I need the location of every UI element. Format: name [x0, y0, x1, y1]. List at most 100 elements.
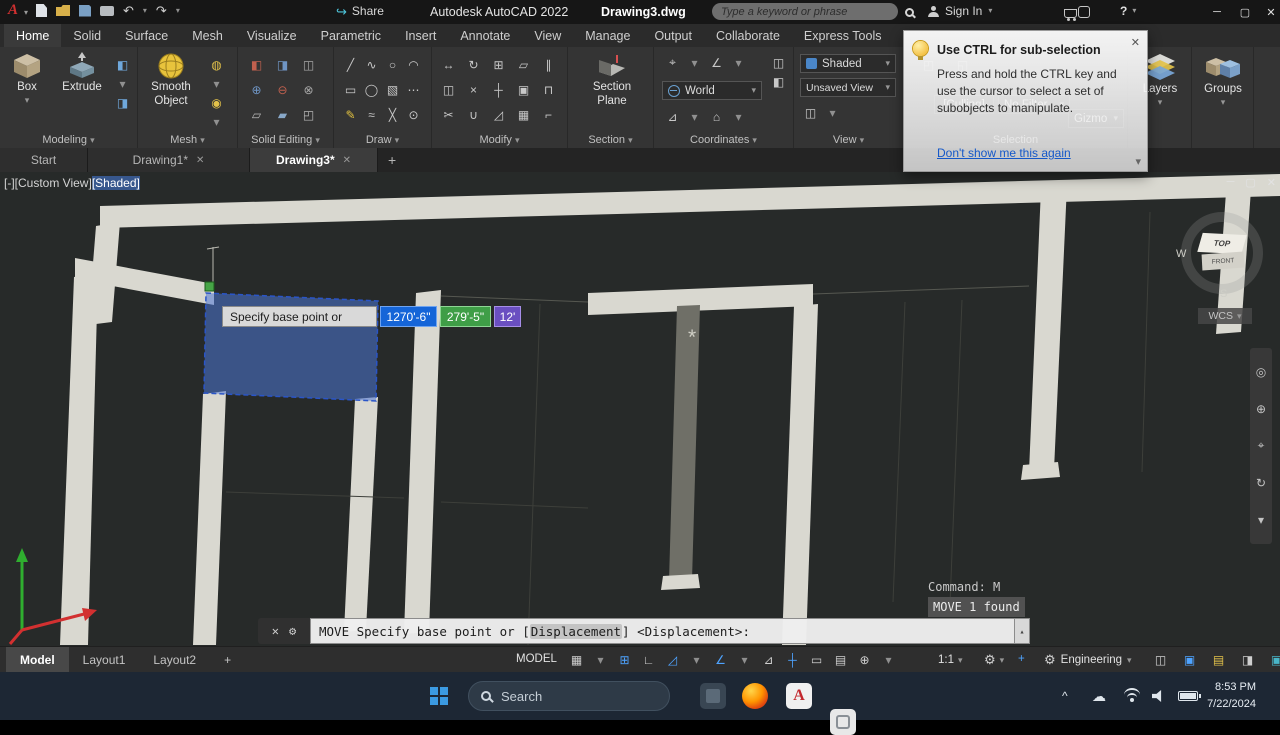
close-drawing1-icon[interactable]: ✕ — [196, 155, 204, 166]
solid-editing-icon-2[interactable]: ◫ — [298, 55, 319, 74]
tab-surface[interactable]: Surface — [113, 24, 180, 47]
solid-editing-icon-7[interactable]: ▰ — [272, 105, 293, 124]
compass-west-label[interactable]: W — [1176, 248, 1186, 260]
tab-collaborate[interactable]: Collaborate — [704, 24, 792, 47]
named-view-dropdown[interactable]: Unsaved View ▾ — [800, 78, 896, 97]
modify-icon-1[interactable]: ↻ — [463, 55, 484, 74]
solid-editing-icon-3[interactable]: ⊕ — [246, 80, 267, 99]
plot-icon[interactable] — [100, 5, 114, 16]
viewcube[interactable]: TOP FRONT W S — [1176, 210, 1268, 302]
status-right-icon-3[interactable]: ◨ — [1237, 651, 1258, 670]
solid-editing-icon-5[interactable]: ⊗ — [298, 80, 319, 99]
command-history-toggle[interactable]: ▴ — [1015, 618, 1030, 644]
coord-icon-b-2[interactable]: ⌂ — [706, 107, 727, 126]
draw-icon-7[interactable]: ⋯ — [403, 80, 424, 99]
help-search-input[interactable]: Type a keyword or phrase — [712, 3, 898, 20]
draw-icon-6[interactable]: ▧ — [382, 80, 403, 99]
status-right-icon-1[interactable]: ▣ — [1179, 651, 1200, 670]
share-button[interactable]: ↪ Share — [336, 4, 384, 18]
modify-icon-6[interactable]: × — [463, 80, 484, 99]
mesh-side-icon-2[interactable]: ◉ — [206, 93, 227, 112]
new-layout-button[interactable]: + — [210, 647, 245, 673]
tooltip-dismiss-link[interactable]: Don't show me this again — [937, 146, 1071, 160]
status-toggle-icon-12[interactable]: ⊕ — [854, 651, 875, 670]
coordinates-panel-label[interactable]: Coordinates ▾ — [654, 134, 793, 146]
status-right-icon-2[interactable]: ▤ — [1208, 651, 1229, 670]
modify-icon-10[interactable]: ✂ — [438, 105, 459, 124]
groups-button[interactable]: Groups ▾ — [1197, 52, 1249, 108]
autodesk-access-icon[interactable] — [1078, 6, 1090, 18]
status-toggle-icon-10[interactable]: ▭ — [806, 651, 827, 670]
status-right-icon-4[interactable]: ▣ — [1266, 651, 1280, 670]
section-panel-label[interactable]: Section ▾ — [568, 134, 653, 146]
tab-view[interactable]: View — [522, 24, 573, 47]
navbar-tool-icon-0[interactable]: ◎ — [1251, 363, 1272, 382]
new-drawing-tab-button[interactable]: + — [378, 148, 406, 172]
layout-tab-layout2[interactable]: Layout2 — [139, 647, 210, 673]
modify-icon-11[interactable]: ∪ — [463, 105, 484, 124]
layout-tab-model[interactable]: Model — [6, 647, 69, 673]
command-input[interactable]: MOVE Specify base point or [Displacement… — [310, 618, 1015, 644]
view-panel-label[interactable]: View ▾ — [794, 134, 903, 146]
smooth-object-button[interactable]: Smooth Object — [144, 52, 198, 108]
tooltip-chevron-icon[interactable]: ▾ — [1135, 155, 1141, 168]
draw-icon-9[interactable]: ≈ — [361, 105, 382, 124]
modify-icon-3[interactable]: ▱ — [513, 55, 534, 74]
modeling-side-icon-0[interactable]: ◧ — [112, 55, 133, 74]
undo-dropdown-icon[interactable]: ▾ — [143, 6, 147, 15]
modify-icon-12[interactable]: ◿ — [488, 105, 509, 124]
status-toggle-icon-0[interactable]: ▦ — [566, 651, 587, 670]
viewport-restore-icon[interactable]: ▢ — [1245, 176, 1255, 189]
modify-icon-7[interactable]: ┼ — [488, 80, 509, 99]
viewcube-front-face[interactable]: FRONT — [1201, 251, 1245, 271]
annotation-scale-button[interactable]: 1:1 ▾ — [938, 647, 963, 673]
close-button[interactable]: ✕ — [1258, 0, 1280, 24]
battery-icon[interactable] — [1178, 672, 1201, 720]
coord-icon-3[interactable]: ▾ — [728, 53, 749, 72]
tab-mesh[interactable]: Mesh — [180, 24, 235, 47]
draw-icon-8[interactable]: ✎ — [340, 105, 361, 124]
navbar-tool-icon-2[interactable]: ⌖ — [1251, 436, 1272, 455]
draw-icon-0[interactable]: ╱ — [340, 55, 361, 74]
model-space-toggle[interactable]: MODEL — [516, 653, 557, 665]
view-icon-0[interactable]: ◫ — [800, 103, 821, 122]
firefox-icon[interactable] — [742, 683, 768, 709]
status-toggle-icon-7[interactable]: ▾ — [734, 651, 755, 670]
modify-icon-0[interactable]: ↔ — [438, 55, 459, 74]
app-menu-arrow-icon[interactable]: ▾ — [24, 9, 28, 17]
status-toggle-icon-2[interactable]: ⊞ — [614, 651, 635, 670]
taskbar-clock[interactable]: 8:53 PM 7/22/2024 — [1207, 679, 1256, 712]
navbar-tool-icon-3[interactable]: ↻ — [1251, 473, 1272, 492]
coord-icon-2[interactable]: ∠ — [706, 53, 727, 72]
viewport-minimize-icon[interactable]: ─ — [1227, 176, 1235, 189]
view-icon-1[interactable]: ▾ — [822, 103, 843, 122]
draw-icon-4[interactable]: ▭ — [340, 80, 361, 99]
modify-icon-5[interactable]: ◫ — [438, 80, 459, 99]
wifi-icon[interactable] — [1124, 672, 1140, 720]
tab-home[interactable]: Home — [4, 24, 62, 47]
solid-editing-icon-8[interactable]: ◰ — [298, 105, 319, 124]
onedrive-cloud-icon[interactable]: ☁ — [1092, 672, 1106, 720]
solid-editing-icon-4[interactable]: ⊖ — [272, 80, 293, 99]
open-file-icon[interactable] — [56, 5, 70, 16]
redo-icon[interactable]: ↷ — [156, 4, 167, 17]
coord-icon-1[interactable]: ▾ — [684, 53, 705, 72]
modify-icon-8[interactable]: ▣ — [513, 80, 534, 99]
crosshair-toggle[interactable]: + — [1018, 653, 1025, 665]
status-toggle-icon-4[interactable]: ◿ — [662, 651, 683, 670]
coord-side-icon-0[interactable]: ◫ — [768, 53, 789, 72]
workspace-switcher[interactable]: ⚙ Engineering ▾ — [1044, 647, 1132, 673]
status-toggle-icon-9[interactable]: ┼ — [782, 651, 803, 670]
coord-icon-0[interactable]: ⌖ — [662, 53, 683, 72]
status-toggle-icon-3[interactable]: ∟ — [638, 651, 659, 670]
command-close-icon[interactable]: ✕ — [272, 624, 279, 638]
modify-panel-label[interactable]: Modify ▾ — [432, 134, 567, 146]
start-button[interactable] — [430, 687, 448, 705]
autocad-taskbar-icon[interactable]: A — [786, 683, 812, 709]
ucs-world-dropdown[interactable]: World ▾ — [662, 81, 762, 100]
new-file-icon[interactable] — [36, 4, 47, 17]
modify-icon-2[interactable]: ⊞ — [488, 55, 509, 74]
modeling-panel-label[interactable]: Modeling ▾ — [0, 134, 137, 146]
undo-icon[interactable]: ↶ — [123, 4, 134, 17]
solid-editing-icon-0[interactable]: ◧ — [246, 55, 267, 74]
